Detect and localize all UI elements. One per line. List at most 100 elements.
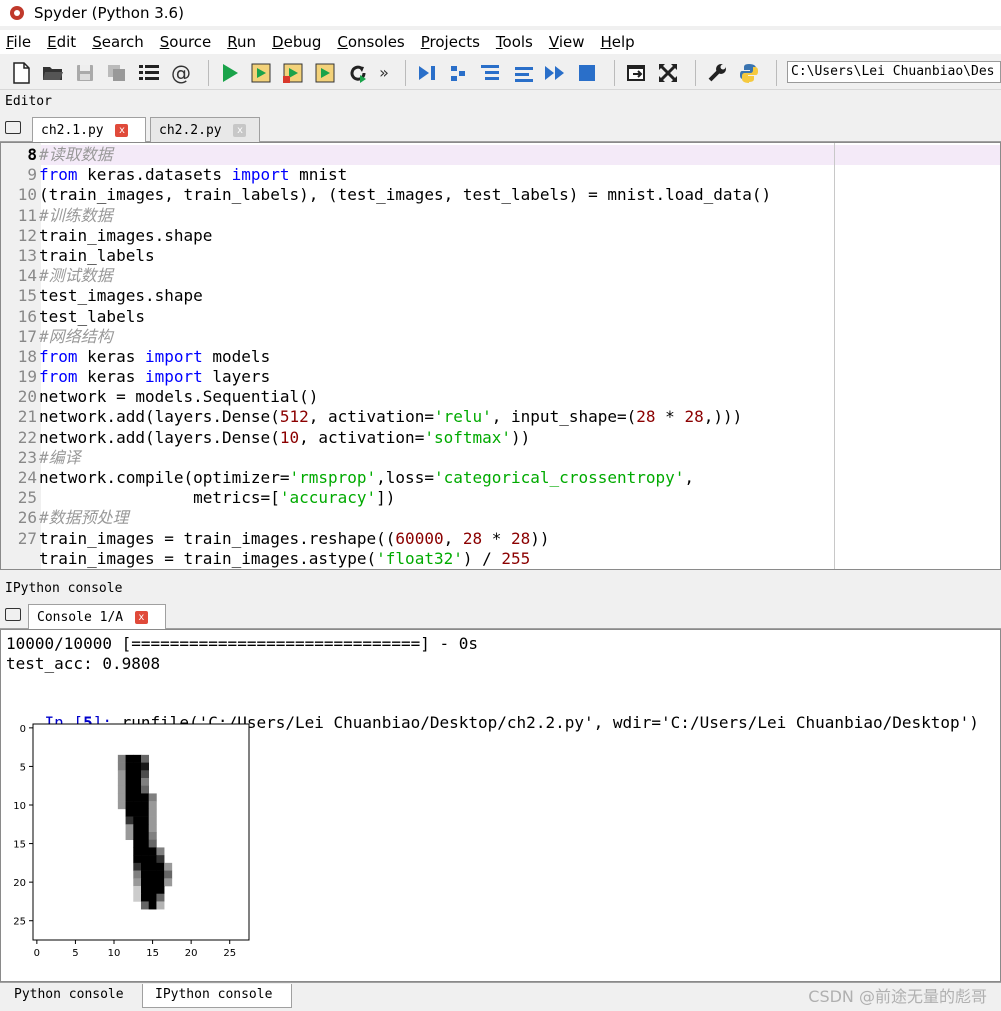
image-pixel <box>148 801 157 810</box>
code-line: 12 train_images.shape <box>1 226 771 246</box>
plot-svg: 0 5 10 15 20 25 0 5 10 15 20 25 <box>13 723 250 959</box>
menu-consoles[interactable]: Consoles <box>337 33 404 51</box>
code-token: #数据预处理 <box>39 508 129 528</box>
code-token: , activation= <box>308 407 434 427</box>
code-line: 18 from keras import models <box>1 347 771 367</box>
image-pixel <box>133 893 142 902</box>
code-line: 24 network.compile(optimizer='rmsprop',lo… <box>1 468 771 488</box>
menu-run[interactable]: Run <box>227 33 256 51</box>
y-tick-label: 25 <box>13 917 26 928</box>
menu-view[interactable]: View <box>549 33 585 51</box>
image-pixel <box>141 878 150 887</box>
continue-icon[interactable] <box>542 60 568 86</box>
image-pixel <box>125 824 134 833</box>
working-directory-input[interactable]: C:\Users\Lei Chuanbiao\Des <box>787 61 1001 83</box>
menu-help[interactable]: Help <box>600 33 634 51</box>
step-into-icon[interactable] <box>478 60 504 86</box>
image-pixel <box>133 816 142 825</box>
code-token: 60000 <box>395 528 444 548</box>
open-folder-icon[interactable] <box>40 60 66 86</box>
image-pixel <box>133 770 142 779</box>
preferences-wrench-icon[interactable] <box>704 60 730 86</box>
code-token: #训练数据 <box>39 205 113 225</box>
code-line: 20 network = models.Sequential() <box>1 387 771 407</box>
edge-line <box>834 143 835 569</box>
image-pixel <box>148 847 157 856</box>
code-token: layers <box>202 367 271 387</box>
debug-icon[interactable] <box>414 60 440 86</box>
run-selection-icon[interactable] <box>313 60 339 86</box>
menu-debug[interactable]: Debug <box>272 33 321 51</box>
window-title: Spyder (Python 3.6) <box>34 4 184 22</box>
image-pixel <box>117 793 126 802</box>
run-icon[interactable] <box>217 60 243 86</box>
step-icon[interactable] <box>446 60 472 86</box>
toolbar-overflow[interactable]: » <box>377 60 391 86</box>
maximize-pane-icon[interactable] <box>623 60 649 86</box>
browse-tabs-folder-icon[interactable] <box>5 121 21 134</box>
menu-source[interactable]: Source <box>160 33 212 51</box>
code-line: 9 from keras.datasets import mnist <box>1 165 771 185</box>
code-token: train_images = train_images.reshape(( <box>39 528 396 548</box>
image-pixel <box>148 870 157 879</box>
tab-python-console[interactable]: Python console <box>2 984 136 1008</box>
line-number: 13 <box>17 245 37 265</box>
line-number: 24 <box>17 468 37 487</box>
toolbar-separator <box>776 59 777 86</box>
menu-tools[interactable]: Tools <box>496 33 533 51</box>
run-cell-icon[interactable] <box>249 60 275 86</box>
python-path-icon[interactable] <box>736 60 762 86</box>
close-tab-icon[interactable]: x <box>233 124 247 137</box>
step-return-icon[interactable] <box>510 60 536 86</box>
tab-console-1[interactable]: Console 1/A x <box>28 604 166 630</box>
list-icon[interactable] <box>136 60 162 86</box>
code-line: 17 #网络结构 <box>1 327 771 347</box>
code-line: 15 test_images.shape <box>1 286 771 306</box>
code-token: * <box>482 528 512 548</box>
menu-edit[interactable]: Edit <box>47 33 76 51</box>
close-tab-icon[interactable]: x <box>134 611 148 624</box>
image-pixel <box>148 793 157 802</box>
line-number: 16 <box>17 306 37 326</box>
image-pixel <box>133 878 142 887</box>
code-line: 16 test_labels <box>1 307 771 327</box>
image-pixel <box>141 901 150 910</box>
menu-search[interactable]: Search <box>92 33 144 51</box>
fullscreen-icon[interactable] <box>655 60 681 86</box>
code-token: from <box>39 367 78 387</box>
image-pixel <box>141 832 150 841</box>
code-token: , activation= <box>299 427 425 447</box>
tab-ipython-console[interactable]: IPython console <box>142 984 292 1008</box>
image-pixel <box>117 801 126 810</box>
image-pixel <box>133 839 142 848</box>
line-number: 21 <box>17 407 37 427</box>
close-tab-icon[interactable]: x <box>115 124 129 137</box>
browse-tabs-folder-icon[interactable] <box>5 608 21 621</box>
image-pixel <box>117 762 126 771</box>
line-number: 9 <box>27 165 37 185</box>
code-editor[interactable]: 8 #读取数据 9 from keras.datasets import mnist 1… <box>0 142 1001 570</box>
code-token: from <box>39 346 78 366</box>
code-token: #读取数据 <box>39 145 113 164</box>
image-pixel <box>133 870 142 879</box>
menu-projects[interactable]: Projects <box>421 33 480 51</box>
save-all-icon[interactable] <box>104 60 130 86</box>
code-token: , <box>684 468 695 487</box>
tab-ch2-1[interactable]: ch2.1.py x <box>32 117 146 143</box>
code-line: 22 network.add(layers.Dense(10, activatio… <box>1 428 771 448</box>
save-icon[interactable] <box>72 60 98 86</box>
rerun-icon[interactable] <box>345 60 371 86</box>
image-pixel <box>148 862 157 871</box>
run-cell-advance-icon[interactable] <box>281 60 307 86</box>
toolbar-separator <box>208 59 209 86</box>
code-line: 13 train_labels <box>1 246 771 266</box>
tab-ch2-2[interactable]: ch2.2.py x <box>150 117 260 143</box>
y-tick-label: 0 <box>20 724 26 735</box>
stop-icon[interactable] <box>574 60 600 86</box>
new-file-icon[interactable] <box>8 60 34 86</box>
code-line: 8 #读取数据 <box>1 145 771 165</box>
menu-file[interactable]: File <box>6 33 31 51</box>
ipython-console[interactable]: 10000/10000 [===========================… <box>0 629 1001 982</box>
image-pixel <box>133 754 142 763</box>
at-symbol-icon[interactable]: @ <box>168 60 194 86</box>
